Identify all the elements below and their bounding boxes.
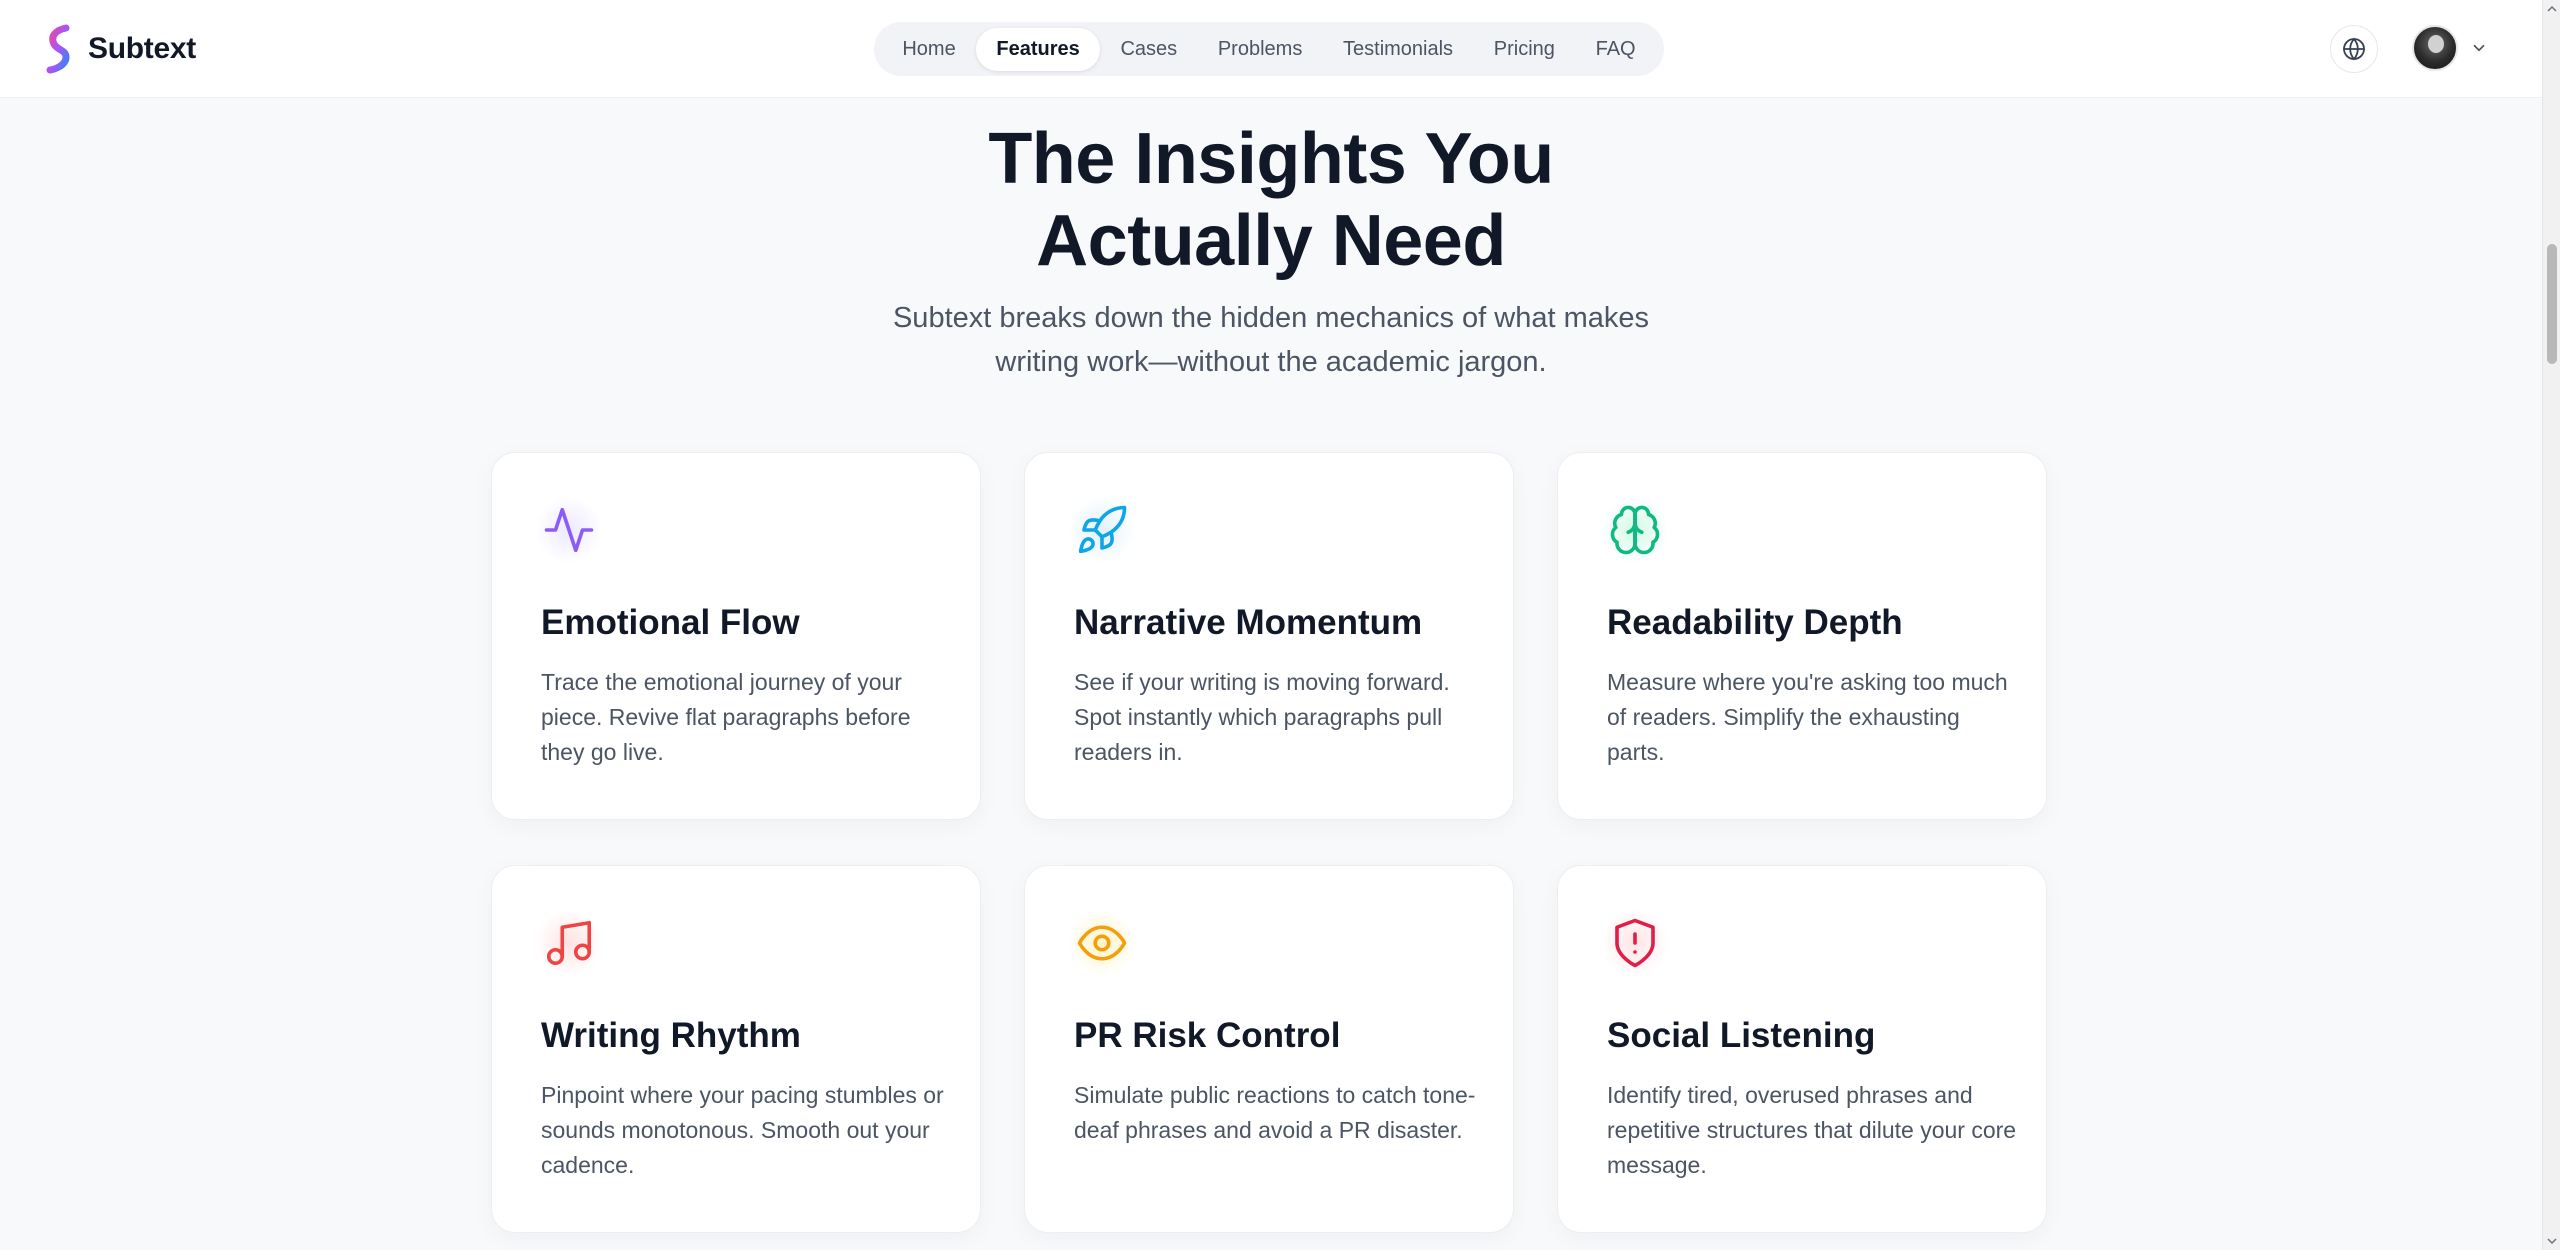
feature-card-social-listening: Social Listening Identify tired, overuse… xyxy=(1557,865,2047,1233)
feature-icon-wrap xyxy=(1069,497,1135,563)
nav-item-faq[interactable]: FAQ xyxy=(1576,28,1656,71)
nav-item-home[interactable]: Home xyxy=(882,28,975,71)
scrollbar-thumb[interactable] xyxy=(2547,244,2557,364)
section-subtitle-line1: Subtext breaks down the hidden mechanics… xyxy=(892,302,1650,334)
brand-name: Subtext xyxy=(88,32,196,65)
feature-card-writing-rhythm: Writing Rhythm Pinpoint where your pacin… xyxy=(491,865,981,1233)
feature-description: Pinpoint where your pacing stumbles or s… xyxy=(541,1082,944,1178)
feature-title: Narrative Momentum xyxy=(1074,603,1423,642)
section-subtitle-line2: writing work—without the academic jargon… xyxy=(995,346,1547,378)
feature-description: See if your writing is moving forward. S… xyxy=(1074,669,1450,765)
feature-card-emotional-flow: Emotional Flow Trace the emotional journ… xyxy=(491,452,981,820)
rocket-icon xyxy=(1078,505,1127,554)
brand[interactable]: Subtext xyxy=(42,24,196,74)
chevron-down-icon[interactable] xyxy=(2470,39,2488,57)
feature-title: Writing Rhythm xyxy=(541,1016,801,1055)
feature-title: Social Listening xyxy=(1607,1016,1876,1055)
main-nav: Home Features Cases Problems Testimonial… xyxy=(874,22,1664,76)
feature-title: Readability Depth xyxy=(1607,603,1903,642)
shield-alert-icon xyxy=(1615,918,1655,968)
feature-icon-wrap xyxy=(1602,497,1668,563)
scroll-down-arrow-icon[interactable] xyxy=(2547,1236,2557,1246)
subtext-logo-icon xyxy=(46,24,70,74)
nav-item-testimonials[interactable]: Testimonials xyxy=(1323,28,1473,71)
feature-description: Simulate public reactions to catch tone-… xyxy=(1074,1082,1476,1143)
nav-item-pricing[interactable]: Pricing xyxy=(1474,28,1575,71)
scroll-up-arrow-icon[interactable] xyxy=(2547,4,2557,14)
section-subtitle: Subtext breaks down the hidden mechanics… xyxy=(0,296,2542,384)
feature-card-narrative-momentum: Narrative Momentum See if your writing i… xyxy=(1024,452,1514,820)
brain-icon xyxy=(1610,505,1660,555)
feature-title: Emotional Flow xyxy=(541,603,800,642)
language-button[interactable] xyxy=(2330,25,2378,73)
section-title: The Insights You Actually Need xyxy=(0,118,2542,282)
music-icon xyxy=(546,920,592,966)
section-title-line1: The Insights You xyxy=(988,119,1554,199)
activity-icon xyxy=(544,507,594,553)
feature-icon-wrap xyxy=(1069,910,1135,976)
globe-icon xyxy=(2343,37,2365,61)
page: Subtext Home Features Cases Problems Tes… xyxy=(0,0,2560,1250)
section-title-line2: Actually Need xyxy=(1036,201,1506,281)
feature-title: PR Risk Control xyxy=(1074,1016,1341,1055)
user-menu[interactable] xyxy=(2412,25,2488,71)
feature-card-pr-risk-control: PR Risk Control Simulate public reaction… xyxy=(1024,865,1514,1233)
nav-item-features[interactable]: Features xyxy=(976,27,1100,71)
feature-icon-wrap xyxy=(536,910,602,976)
feature-description: Trace the emotional journey of your piec… xyxy=(541,669,911,765)
page-scrollbar[interactable] xyxy=(2542,0,2560,1250)
nav-item-cases[interactable]: Cases xyxy=(1100,28,1197,71)
feature-card-readability-depth: Readability Depth Measure where you're a… xyxy=(1557,452,2047,820)
avatar[interactable] xyxy=(2412,25,2458,71)
feature-description: Identify tired, overused phrases and rep… xyxy=(1607,1082,2017,1178)
eye-icon xyxy=(1077,925,1127,961)
top-navigation-bar: Subtext Home Features Cases Problems Tes… xyxy=(0,0,2542,98)
nav-item-problems[interactable]: Problems xyxy=(1198,28,1322,71)
feature-icon-wrap xyxy=(536,497,602,563)
feature-description: Measure where you're asking too much of … xyxy=(1607,669,2008,765)
feature-icon-wrap xyxy=(1602,910,1668,976)
